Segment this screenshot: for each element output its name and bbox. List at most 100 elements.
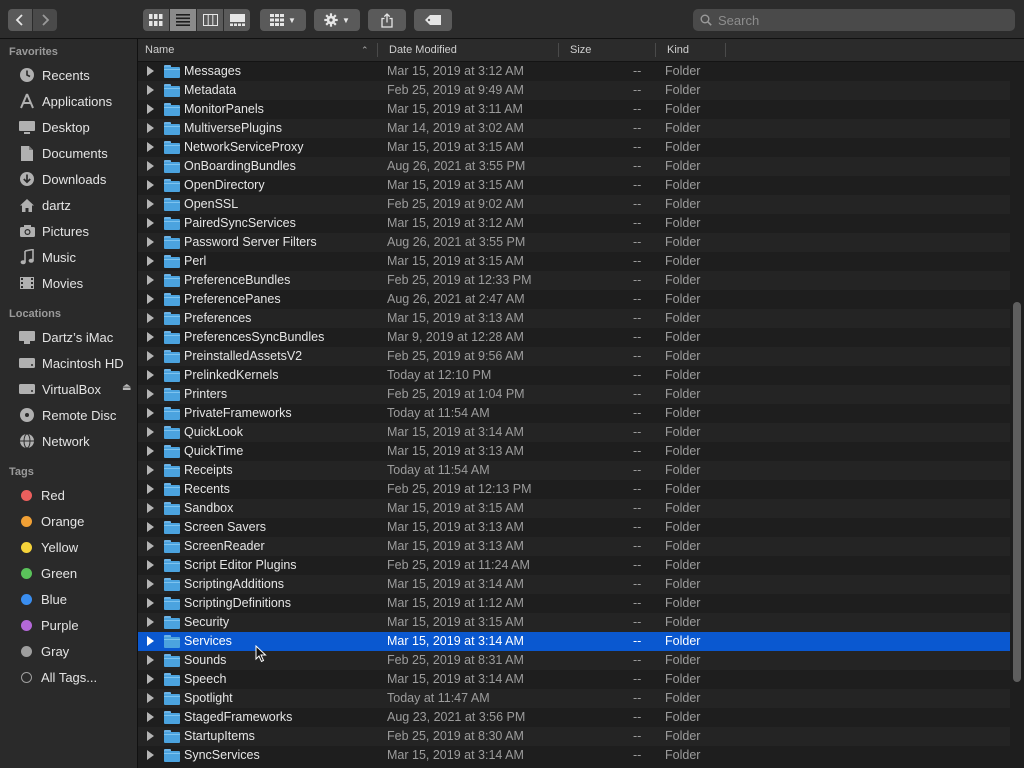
file-row[interactable]: OnBoardingBundles Aug 26, 2021 at 3:55 PM… — [138, 157, 1010, 176]
search-field[interactable] — [693, 9, 1015, 31]
disclosure-triangle-icon[interactable] — [147, 332, 154, 342]
file-row[interactable]: ScreenReader Mar 15, 2019 at 3:13 AM -- Fol… — [138, 537, 1010, 556]
sidebar-item-music[interactable]: Music — [0, 244, 137, 270]
sidebar-tag-green[interactable]: Green — [0, 560, 137, 586]
column-name[interactable]: Name — [145, 39, 174, 61]
file-row[interactable]: SyncServices Mar 15, 2019 at 3:14 AM -- Fol… — [138, 746, 1010, 765]
sidebar-tag-blue[interactable]: Blue — [0, 586, 137, 612]
sidebar-item-applications[interactable]: Applications — [0, 88, 137, 114]
sidebar-tag-gray[interactable]: Gray — [0, 638, 137, 664]
file-row[interactable]: ScriptingAdditions Mar 15, 2019 at 3:14 A… — [138, 575, 1010, 594]
file-row[interactable]: Speech Mar 15, 2019 at 3:14 AM -- Folder — [138, 670, 1010, 689]
disclosure-triangle-icon[interactable] — [147, 636, 154, 646]
disclosure-triangle-icon[interactable] — [147, 598, 154, 608]
icon-view-button[interactable] — [143, 9, 169, 31]
file-row[interactable]: Services Mar 15, 2019 at 3:14 AM -- Folder — [138, 632, 1010, 651]
eject-icon[interactable]: ⏏ — [122, 382, 131, 393]
column-kind[interactable]: Kind — [667, 39, 689, 61]
disclosure-triangle-icon[interactable] — [147, 294, 154, 304]
column-divider[interactable] — [377, 43, 378, 57]
disclosure-triangle-icon[interactable] — [147, 541, 154, 551]
sidebar-item-desktop[interactable]: Desktop — [0, 114, 137, 140]
sidebar-item-recents[interactable]: Recents — [0, 62, 137, 88]
sidebar-item-network[interactable]: Network — [0, 428, 137, 454]
disclosure-triangle-icon[interactable] — [147, 275, 154, 285]
column-divider[interactable] — [725, 43, 726, 57]
sidebar-tag-red[interactable]: Red — [0, 482, 137, 508]
file-row[interactable]: OpenSSL Feb 25, 2019 at 9:02 AM -- Folder — [138, 195, 1010, 214]
disclosure-triangle-icon[interactable] — [147, 408, 154, 418]
sidebar-item-imac[interactable]: Dartz’s iMac — [0, 324, 137, 350]
tag-button[interactable] — [414, 9, 452, 31]
disclosure-triangle-icon[interactable] — [147, 351, 154, 361]
file-row[interactable]: Spotlight Today at 11:47 AM -- Folder — [138, 689, 1010, 708]
file-row[interactable]: Perl Mar 15, 2019 at 3:15 AM -- Folder — [138, 252, 1010, 271]
file-row[interactable]: PreinstalledAssetsV2 Feb 25, 2019 at 9:56… — [138, 347, 1010, 366]
disclosure-triangle-icon[interactable] — [147, 750, 154, 760]
sidebar-item-remote-disc[interactable]: Remote Disc — [0, 402, 137, 428]
disclosure-triangle-icon[interactable] — [147, 256, 154, 266]
disclosure-triangle-icon[interactable] — [147, 370, 154, 380]
file-row[interactable]: MultiversePlugins Mar 14, 2019 at 3:02 AM… — [138, 119, 1010, 138]
column-divider[interactable] — [558, 43, 559, 57]
column-divider[interactable] — [655, 43, 656, 57]
file-row[interactable]: Recents Feb 25, 2019 at 12:13 PM -- Folder — [138, 480, 1010, 499]
disclosure-triangle-icon[interactable] — [147, 66, 154, 76]
disclosure-triangle-icon[interactable] — [147, 389, 154, 399]
disclosure-triangle-icon[interactable] — [147, 484, 154, 494]
file-row[interactable]: OpenDirectory Mar 15, 2019 at 3:15 AM -- Fo… — [138, 176, 1010, 195]
disclosure-triangle-icon[interactable] — [147, 180, 154, 190]
disclosure-triangle-icon[interactable] — [147, 712, 154, 722]
file-row[interactable]: PrelinkedKernels Today at 12:10 PM -- Folde… — [138, 366, 1010, 385]
disclosure-triangle-icon[interactable] — [147, 731, 154, 741]
file-row[interactable]: StartupItems Feb 25, 2019 at 8:30 AM -- Fol… — [138, 727, 1010, 746]
disclosure-triangle-icon[interactable] — [147, 237, 154, 247]
column-date-modified[interactable]: Date Modified — [389, 39, 457, 61]
group-button[interactable]: ▼ — [260, 9, 306, 31]
sidebar-all-tags[interactable]: All Tags... — [0, 664, 137, 690]
file-row[interactable]: QuickLook Mar 15, 2019 at 3:14 AM -- Folder — [138, 423, 1010, 442]
file-row[interactable]: Metadata Feb 25, 2019 at 9:49 AM -- Folder — [138, 81, 1010, 100]
sidebar-tag-orange[interactable]: Orange — [0, 508, 137, 534]
disclosure-triangle-icon[interactable] — [147, 427, 154, 437]
disclosure-triangle-icon[interactable] — [147, 446, 154, 456]
disclosure-triangle-icon[interactable] — [147, 674, 154, 684]
scrollbar-thumb[interactable] — [1013, 302, 1021, 682]
disclosure-triangle-icon[interactable] — [147, 693, 154, 703]
disclosure-triangle-icon[interactable] — [147, 579, 154, 589]
file-row[interactable]: Password Server Filters Aug 26, 2021 at 3… — [138, 233, 1010, 252]
disclosure-triangle-icon[interactable] — [147, 655, 154, 665]
column-size[interactable]: Size — [570, 39, 591, 61]
sidebar-tag-purple[interactable]: Purple — [0, 612, 137, 638]
sidebar-item-home[interactable]: dartz — [0, 192, 137, 218]
disclosure-triangle-icon[interactable] — [147, 123, 154, 133]
file-row[interactable]: Script Editor Plugins Feb 25, 2019 at 11:… — [138, 556, 1010, 575]
disclosure-triangle-icon[interactable] — [147, 218, 154, 228]
file-row[interactable]: Security Mar 15, 2019 at 3:15 AM -- Folder — [138, 613, 1010, 632]
file-row[interactable]: PrivateFrameworks Today at 11:54 AM -- Fold… — [138, 404, 1010, 423]
file-row[interactable]: MonitorPanels Mar 15, 2019 at 3:11 AM -- Fo… — [138, 100, 1010, 119]
file-row[interactable]: StagedFrameworks Aug 23, 2021 at 3:56 PM -… — [138, 708, 1010, 727]
sidebar-item-macintosh-hd[interactable]: Macintosh HD — [0, 350, 137, 376]
sidebar-item-pictures[interactable]: Pictures — [0, 218, 137, 244]
disclosure-triangle-icon[interactable] — [147, 522, 154, 532]
file-row[interactable]: PreferenceBundles Feb 25, 2019 at 12:33 P… — [138, 271, 1010, 290]
disclosure-triangle-icon[interactable] — [147, 503, 154, 513]
file-row[interactable]: Preferences Mar 15, 2019 at 3:13 AM -- Fold… — [138, 309, 1010, 328]
sidebar-item-downloads[interactable]: Downloads — [0, 166, 137, 192]
disclosure-triangle-icon[interactable] — [147, 617, 154, 627]
vertical-scrollbar[interactable] — [1010, 62, 1024, 768]
sidebar-tag-yellow[interactable]: Yellow — [0, 534, 137, 560]
file-row[interactable]: Messages Mar 15, 2019 at 3:12 AM -- Folder — [138, 62, 1010, 81]
share-button[interactable] — [368, 9, 406, 31]
file-row[interactable]: PreferencePanes Aug 26, 2021 at 2:47 AM --… — [138, 290, 1010, 309]
disclosure-triangle-icon[interactable] — [147, 104, 154, 114]
disclosure-triangle-icon[interactable] — [147, 199, 154, 209]
disclosure-triangle-icon[interactable] — [147, 465, 154, 475]
file-row[interactable]: PreferencesSyncBundles Mar 9, 2019 at 12:… — [138, 328, 1010, 347]
file-row[interactable]: Screen Savers Mar 15, 2019 at 3:13 AM -- Fo… — [138, 518, 1010, 537]
file-row[interactable]: Receipts Today at 11:54 AM -- Folder — [138, 461, 1010, 480]
file-row[interactable]: QuickTime Mar 15, 2019 at 3:13 AM -- Folder — [138, 442, 1010, 461]
gallery-view-button[interactable] — [224, 9, 250, 31]
file-row[interactable]: Sandbox Mar 15, 2019 at 3:15 AM -- Folder — [138, 499, 1010, 518]
